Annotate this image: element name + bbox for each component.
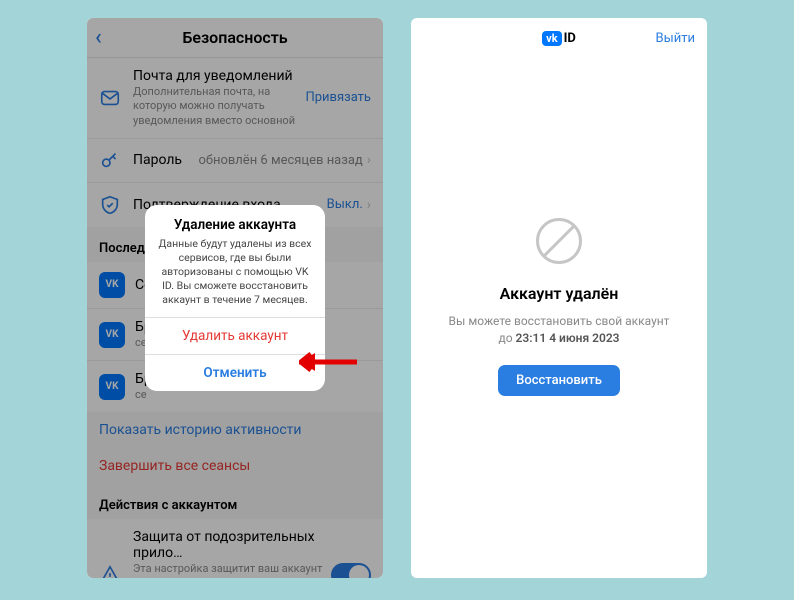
vkid-logo: vk ID (542, 31, 576, 46)
exit-link[interactable]: Выйти (656, 31, 695, 46)
delete-account-button[interactable]: Удалить аккаунт (145, 317, 325, 354)
prohibit-icon (536, 218, 582, 264)
cancel-button[interactable]: Отменить (145, 354, 325, 391)
modal-title: Удаление аккаунта (145, 205, 325, 237)
restore-button[interactable]: Восстановить (498, 365, 620, 396)
arrow-annotation (299, 350, 357, 374)
security-settings-screen: ‹ Безопасность Почта для уведомлений Доп… (87, 18, 383, 578)
vkid-header: vk ID Выйти (411, 18, 707, 58)
modal-overlay[interactable]: Удаление аккаунта Данные будут удалены и… (87, 18, 383, 578)
deleted-body: Аккаунт удалён Вы можете восстановить св… (411, 58, 707, 578)
delete-account-modal: Удаление аккаунта Данные будут удалены и… (145, 205, 325, 392)
account-deleted-screen: vk ID Выйти Аккаунт удалён Вы можете вос… (411, 18, 707, 578)
vk-logo-icon: vk (542, 31, 561, 46)
deleted-subtitle: Вы можете восстановить свой аккаунт до 2… (449, 313, 670, 347)
deleted-title: Аккаунт удалён (500, 284, 619, 303)
modal-text: Данные будут удалены из всех сервисов, г… (145, 237, 325, 318)
